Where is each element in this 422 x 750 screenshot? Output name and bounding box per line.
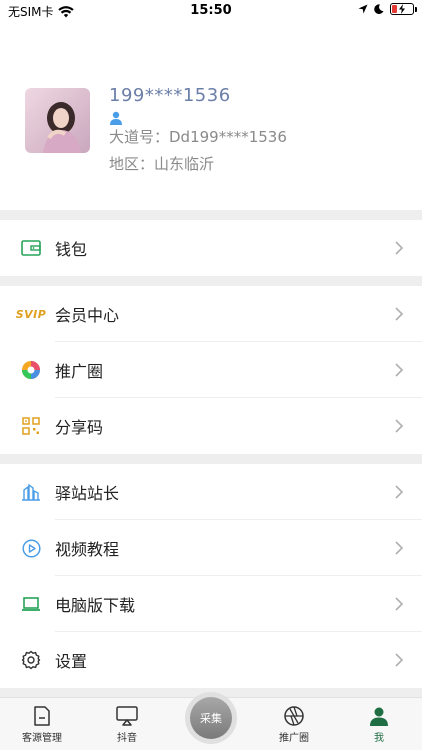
tab-promo-label: 推广圈 — [279, 733, 309, 744]
chevron-right-icon — [395, 597, 404, 611]
document-icon — [34, 706, 50, 726]
menu-item-promo-circle[interactable]: 推广圈 — [0, 342, 422, 398]
svip-icon: SVIP — [15, 307, 47, 321]
station-icon — [20, 481, 42, 503]
qr-code-icon — [20, 415, 42, 437]
settings-label: 设置 — [55, 652, 88, 671]
menu-item-wallet[interactable]: 钱包 — [0, 220, 422, 276]
tab-me[interactable]: 我 — [344, 706, 414, 744]
collect-button[interactable]: 采集 — [185, 692, 237, 744]
chevron-right-icon — [395, 307, 404, 321]
battery-icon — [390, 3, 417, 15]
tab-douyin[interactable]: 抖音 — [92, 706, 162, 744]
chevron-right-icon — [395, 541, 404, 555]
menu-item-station-master[interactable]: 驿站站长 — [0, 464, 422, 520]
tab-me-label: 我 — [374, 733, 384, 744]
location-arrow-icon — [358, 4, 368, 14]
screen-cast-icon — [116, 706, 138, 726]
profile-region: 地区：山东临沂 — [109, 155, 215, 173]
divider — [0, 210, 422, 220]
menu-item-pc-download[interactable]: 电脑版下载 — [0, 576, 422, 632]
wallet-icon — [20, 237, 42, 259]
menu-item-member-center[interactable]: SVIP 会员中心 — [0, 286, 422, 342]
promo-circle-label: 推广圈 — [55, 362, 104, 381]
share-code-label: 分享码 — [55, 418, 104, 437]
status-right — [358, 3, 417, 15]
laptop-icon — [20, 593, 42, 615]
profile-section[interactable]: 199****1536 大道号：Dd199****1536 地区：山东临沂 — [25, 85, 422, 185]
play-circle-icon — [20, 537, 42, 559]
promo-circle-icon — [20, 359, 42, 381]
gear-icon — [20, 649, 42, 671]
tab-promo[interactable]: 推广圈 — [259, 706, 329, 744]
menu-item-share-code[interactable]: 分享码 — [0, 398, 422, 454]
video-tutorial-label: 视频教程 — [55, 540, 120, 559]
menu-item-settings[interactable]: 设置 — [0, 632, 422, 688]
chevron-right-icon — [395, 653, 404, 667]
member-center-label: 会员中心 — [55, 306, 120, 325]
aperture-icon — [284, 706, 304, 726]
station-master-label: 驿站站长 — [55, 484, 120, 503]
pc-download-label: 电脑版下载 — [55, 596, 136, 615]
person-icon — [370, 707, 388, 726]
chevron-right-icon — [395, 485, 404, 499]
tab-douyin-label: 抖音 — [117, 733, 137, 744]
tab-bar: 客源管理 抖音 采集 推广圈 我 — [0, 692, 422, 750]
status-bar: 无SIM卡 15:50 — [0, 0, 422, 22]
divider — [0, 276, 422, 286]
chevron-right-icon — [395, 419, 404, 433]
chevron-right-icon — [395, 363, 404, 377]
tab-customer[interactable]: 客源管理 — [7, 706, 77, 744]
person-icon — [109, 110, 287, 125]
profile-phone: 199****1536 — [109, 85, 231, 106]
avatar[interactable] — [25, 88, 90, 153]
profile-dadao-id: 大道号：Dd199****1536 — [109, 128, 287, 146]
menu-item-video-tutorial[interactable]: 视频教程 — [0, 520, 422, 576]
divider — [0, 454, 422, 464]
tab-customer-label: 客源管理 — [22, 733, 62, 744]
wallet-label: 钱包 — [55, 240, 88, 259]
collect-label: 采集 — [200, 712, 222, 725]
moon-icon — [374, 4, 384, 14]
collect-button-inner: 采集 — [190, 697, 232, 739]
profile-info: 199****1536 大道号：Dd199****1536 地区：山东临沂 — [109, 85, 287, 174]
chevron-right-icon — [395, 241, 404, 255]
